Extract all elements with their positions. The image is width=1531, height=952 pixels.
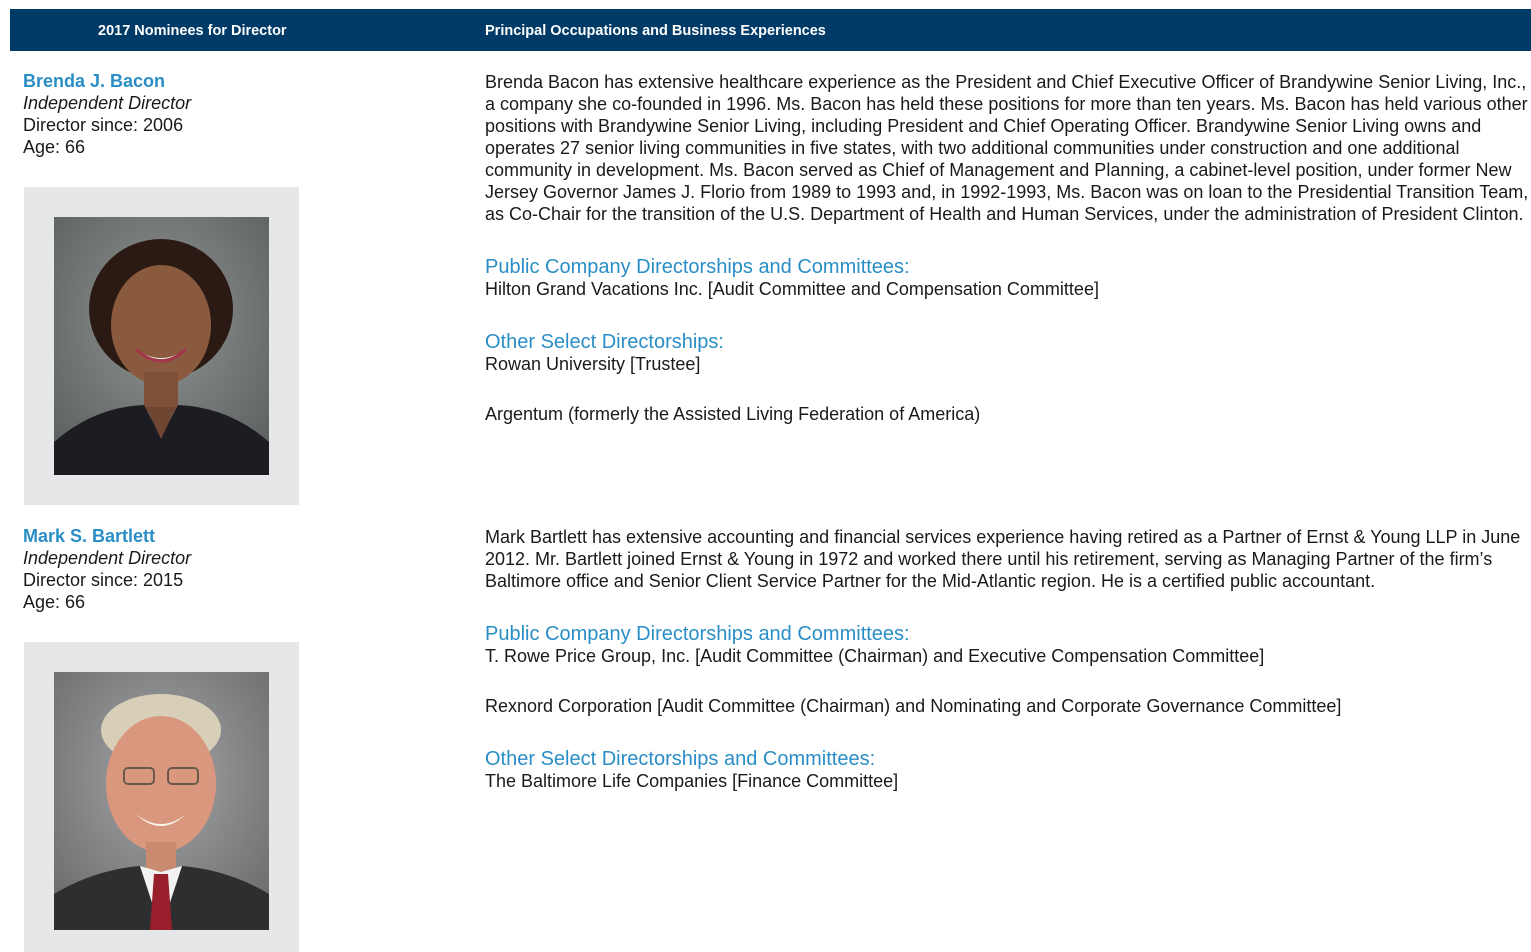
- other-directorship-item: The Baltimore Life Companies [Finance Co…: [485, 771, 899, 791]
- director-since: Director since: 2015: [23, 570, 184, 590]
- director-info: Brenda J. Bacon Independent Director Dir…: [23, 70, 191, 158]
- other-directorships-title: Other Select Directorships and Committee…: [485, 748, 876, 770]
- header-occupations-label: Principal Occupations and Business Exper…: [485, 23, 826, 39]
- director-bio-section: Brenda Bacon has extensive healthcare ex…: [485, 71, 1531, 425]
- public-directorship-item: Hilton Grand Vacations Inc. [Audit Commi…: [485, 279, 1099, 299]
- director-title: Independent Director: [23, 93, 192, 113]
- table-header: 2017 Nominees for Director Principal Occ…: [10, 9, 1531, 51]
- director-age: Age: 66: [23, 137, 86, 157]
- director-photo-frame: [24, 187, 299, 505]
- other-directorships-title: Other Select Directorships:: [485, 331, 724, 353]
- other-directorship-item: Rowan University [Trustee]: [485, 354, 701, 374]
- director-photo-bacon: [54, 217, 269, 475]
- director-photo-bartlett: [54, 672, 269, 930]
- director-age: Age: 66: [23, 592, 86, 612]
- director-photo-frame: [24, 642, 299, 952]
- director-name: Brenda J. Bacon: [23, 71, 166, 91]
- other-directorship-item: Argentum (formerly the Assisted Living F…: [485, 404, 981, 424]
- director-bio: Mark Bartlett has extensive accounting a…: [485, 527, 1521, 591]
- public-directorship-item: Rexnord Corporation [Audit Committee (Ch…: [485, 696, 1342, 716]
- director-info: Mark S. Bartlett Independent Director Di…: [23, 525, 191, 613]
- public-directorship-item: T. Rowe Price Group, Inc. [Audit Committ…: [485, 646, 1265, 666]
- director-bio: Brenda Bacon has extensive healthcare ex…: [485, 72, 1529, 224]
- public-directorships-title: Public Company Directorships and Committ…: [485, 256, 910, 278]
- director-name: Mark S. Bartlett: [23, 526, 156, 546]
- director-title: Independent Director: [23, 548, 192, 568]
- header-nominees-label: 2017 Nominees for Director: [98, 23, 287, 39]
- director-since: Director since: 2006: [23, 115, 184, 135]
- public-directorships-title: Public Company Directorships and Committ…: [485, 623, 910, 645]
- director-bio-section: Mark Bartlett has extensive accounting a…: [485, 526, 1531, 792]
